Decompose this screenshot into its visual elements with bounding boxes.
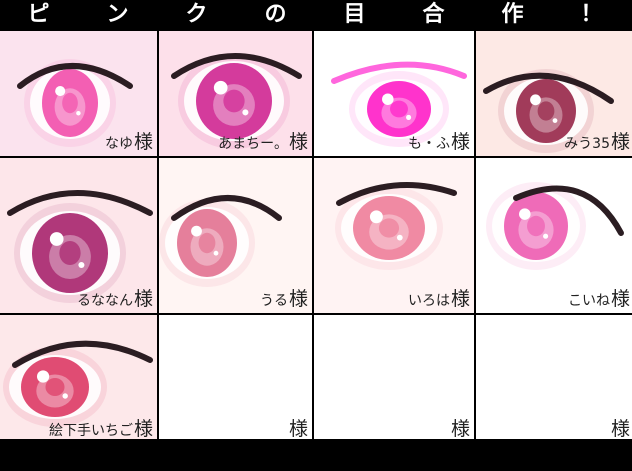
artist-name: いろは	[407, 293, 450, 309]
artist-credit: 様	[450, 414, 470, 441]
artist-credit: 絵下手いちご様	[49, 414, 153, 441]
artist-credit: も・ふ様	[408, 127, 470, 154]
honorific: 様	[450, 418, 470, 440]
honorific: 様	[288, 418, 308, 440]
honorific: 様	[610, 418, 630, 440]
iris-icon	[21, 357, 89, 417]
honorific: 様	[133, 131, 153, 153]
artist-credit: うる様	[260, 284, 308, 311]
title-char: の	[264, 2, 289, 27]
artist-name: も・ふ	[407, 136, 450, 152]
artist-credit: みう35様	[564, 127, 630, 154]
iris-icon	[42, 69, 98, 137]
title-bar: ピ ン ク の 目 合 作 ！	[0, 0, 632, 29]
iris-icon	[353, 196, 425, 260]
title-char: 目	[343, 2, 368, 27]
artist-name: みう35	[564, 136, 610, 152]
title-char: ！	[580, 2, 605, 27]
honorific: 様	[288, 288, 308, 310]
entry-cell: あまちー。様	[159, 31, 312, 156]
artist-name: こいね	[567, 293, 610, 309]
artist-credit: るななん様	[77, 284, 153, 311]
artist-name: うる	[259, 293, 288, 309]
title-char: ク	[185, 2, 210, 27]
artist-credit: こいね様	[568, 284, 630, 311]
artist-name: あまちー。	[218, 136, 288, 152]
iris-icon	[177, 209, 237, 277]
entry-cell: みう35様	[476, 31, 632, 156]
artist-name: なゆ	[104, 136, 133, 152]
honorific: 様	[133, 288, 153, 310]
collab-sheet: ピ ン ク の 目 合 作 ！ なゆ様 あまちー。様 も・ふ様 みう35様 るな…	[0, 0, 632, 471]
title-char: ピ	[27, 2, 52, 27]
entry-cell: るななん様	[0, 158, 157, 313]
entry-cell: なゆ様	[0, 31, 157, 156]
honorific: 様	[450, 288, 470, 310]
iris-icon	[32, 213, 108, 293]
entry-cell: 絵下手いちご様	[0, 315, 157, 443]
honorific: 様	[450, 131, 470, 153]
entry-cell: こいね様	[476, 158, 632, 313]
entry-cell: も・ふ様	[314, 31, 474, 156]
honorific: 様	[610, 288, 630, 310]
artist-credit: 様	[288, 414, 308, 441]
title-char: ン	[106, 2, 131, 27]
entry-grid: なゆ様 あまちー。様 も・ふ様 みう35様 るななん様 うる様 いろは様 こいね…	[0, 31, 632, 443]
artist-name: 絵下手いちご	[48, 423, 133, 439]
artist-credit: あまちー。様	[218, 127, 308, 154]
bottom-bar	[0, 439, 632, 471]
iris-icon	[504, 192, 568, 260]
artist-credit: いろは様	[408, 284, 470, 311]
title-char: 合	[422, 2, 447, 27]
empty-entry-cell: 様	[159, 315, 312, 443]
empty-entry-cell: 様	[476, 315, 632, 443]
honorific: 様	[610, 131, 630, 153]
entry-cell: うる様	[159, 158, 312, 313]
artist-credit: 様	[610, 414, 630, 441]
honorific: 様	[288, 131, 308, 153]
entry-cell: いろは様	[314, 158, 474, 313]
empty-entry-cell: 様	[314, 315, 474, 443]
artist-name: るななん	[76, 293, 133, 309]
artist-credit: なゆ様	[105, 127, 153, 154]
honorific: 様	[133, 418, 153, 440]
title-char: 作	[501, 2, 526, 27]
